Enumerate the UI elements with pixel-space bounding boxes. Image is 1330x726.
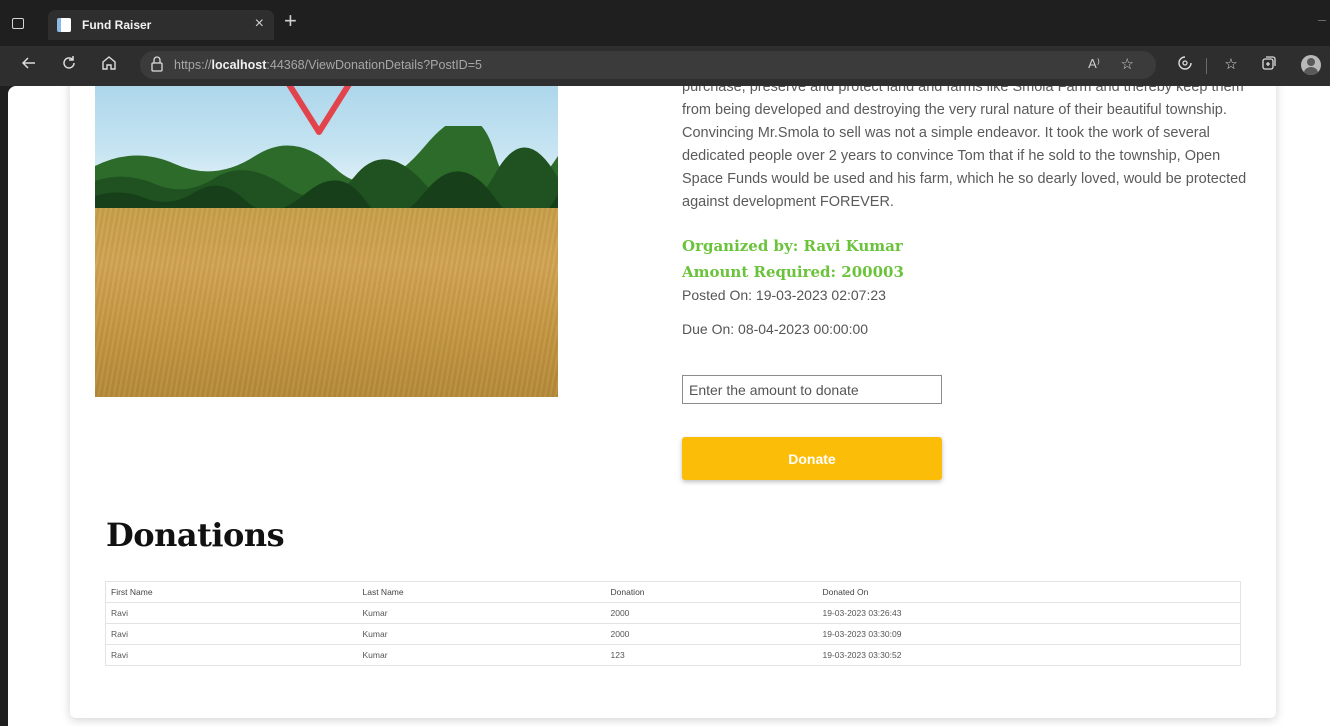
tab-title: Fund Raiser — [82, 18, 152, 32]
refresh-icon[interactable] — [58, 54, 80, 76]
window-icon[interactable] — [12, 18, 24, 29]
heart-icon — [286, 86, 352, 135]
close-tab-icon[interactable]: × — [255, 15, 264, 33]
cell-first-name: Ravi — [105, 623, 358, 645]
read-aloud-icon[interactable]: A⁾ — [1088, 56, 1100, 72]
donations-heading: Donations — [106, 516, 285, 554]
cell-last-name: Kumar — [357, 644, 606, 666]
column-header-last-name: Last Name — [357, 581, 606, 603]
profile-icon[interactable] — [1301, 55, 1321, 75]
back-icon[interactable] — [18, 54, 40, 76]
table-row: Ravi Kumar 123 19-03-2023 03:30:52 — [105, 644, 1241, 666]
cell-donated-on: 19-03-2023 03:30:52 — [817, 644, 1241, 666]
image-field — [95, 208, 558, 397]
cell-last-name: Kumar — [357, 623, 606, 645]
minimize-icon[interactable] — [1318, 20, 1326, 21]
collections-icon[interactable] — [1259, 55, 1279, 75]
fundraiser-image — [95, 86, 558, 397]
favorites-icon[interactable]: ☆ — [1221, 55, 1241, 73]
column-header-donated-on: Donated On — [817, 581, 1241, 603]
column-header-donation: Donation — [605, 581, 818, 603]
cell-first-name: Ravi — [105, 644, 358, 666]
browser-toolbar: https://localhost:44368/ViewDonationDeta… — [0, 46, 1330, 86]
page-icon — [57, 18, 71, 32]
donations-table: First Name Last Name Donation Donated On… — [105, 581, 1241, 666]
donation-amount-input[interactable] — [682, 375, 942, 404]
organized-by: Organized by: Ravi Kumar — [682, 237, 903, 255]
table-header-row: First Name Last Name Donation Donated On — [105, 581, 1241, 603]
new-tab-icon[interactable]: + — [284, 10, 297, 32]
page-viewport: purchase, preserve and protect land and … — [8, 86, 1330, 726]
extensions-icon[interactable] — [1175, 55, 1195, 75]
browser-tab[interactable]: Fund Raiser × — [48, 10, 274, 40]
browser-tab-bar: Fund Raiser × + — [0, 0, 1330, 46]
donation-details-card: purchase, preserve and protect land and … — [70, 86, 1276, 718]
url-text[interactable]: https://localhost:44368/ViewDonationDeta… — [174, 58, 482, 72]
posted-on: Posted On: 19-03-2023 02:07:23 — [682, 287, 886, 303]
cell-donated-on: 19-03-2023 03:30:09 — [817, 623, 1241, 645]
cell-donation: 2000 — [605, 602, 818, 624]
table-row: Ravi Kumar 2000 19-03-2023 03:30:09 — [105, 623, 1241, 645]
column-header-first-name: First Name — [105, 581, 358, 603]
cell-donation: 123 — [605, 644, 818, 666]
lock-icon[interactable] — [150, 56, 166, 73]
cell-donation: 2000 — [605, 623, 818, 645]
favorite-add-icon[interactable]: ☆ — [1121, 55, 1134, 73]
toolbar-divider — [1206, 58, 1207, 74]
image-treeline — [95, 126, 558, 221]
home-icon[interactable] — [98, 54, 120, 76]
address-bar[interactable]: https://localhost:44368/ViewDonationDeta… — [140, 51, 1156, 79]
due-on: Due On: 08-04-2023 00:00:00 — [682, 321, 869, 337]
amount-required: Amount Required: 200003 — [682, 263, 904, 281]
post-description: purchase, preserve and protect land and … — [682, 86, 1247, 210]
cell-first-name: Ravi — [105, 602, 358, 624]
table-row: Ravi Kumar 2000 19-03-2023 03:26:43 — [105, 602, 1241, 624]
cell-last-name: Kumar — [357, 602, 606, 624]
cell-donated-on: 19-03-2023 03:26:43 — [817, 602, 1241, 624]
donate-button[interactable]: Donate — [682, 437, 942, 480]
